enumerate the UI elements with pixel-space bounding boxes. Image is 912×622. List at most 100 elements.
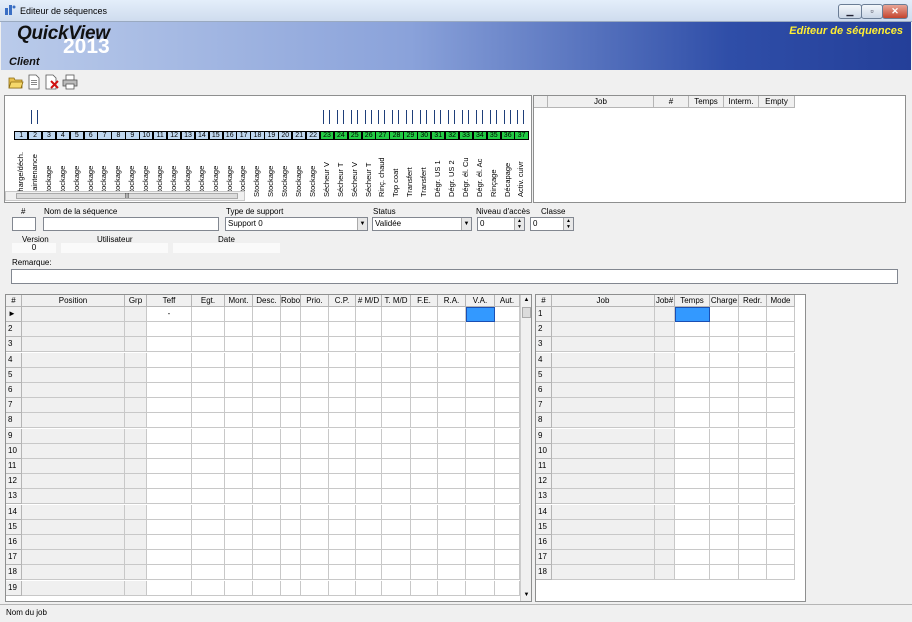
seq-cell[interactable] — [253, 428, 281, 444]
seq-cell[interactable] — [125, 580, 147, 596]
seq-cell[interactable] — [225, 322, 253, 338]
seq-cell[interactable] — [329, 459, 356, 474]
seq-cell[interactable] — [356, 535, 382, 550]
seq-cell[interactable] — [466, 337, 495, 353]
seq-cell[interactable] — [466, 428, 495, 444]
seq-cell[interactable] — [382, 322, 411, 338]
station-5[interactable]: 5 Stockage — [69, 108, 84, 197]
job-cell[interactable] — [767, 307, 795, 322]
job-cell[interactable] — [552, 504, 655, 520]
job-row-header[interactable]: 9 — [536, 428, 552, 444]
seq-row-header[interactable]: 17 — [6, 550, 22, 566]
seq-row-header[interactable]: 7 — [6, 398, 22, 414]
seq-cell[interactable] — [495, 489, 520, 505]
seq-cell[interactable] — [329, 535, 356, 550]
station-12[interactable]: 12 Stockage — [166, 108, 182, 197]
seq-cell[interactable] — [411, 398, 438, 414]
seq-cell[interactable] — [225, 307, 253, 322]
job-cell[interactable] — [710, 489, 739, 505]
seq-col-header[interactable]: Desc. — [253, 295, 281, 307]
job-list-col-header[interactable]: # — [654, 96, 689, 108]
seq-cell[interactable] — [466, 535, 495, 550]
seq-cell[interactable] — [382, 580, 411, 596]
job-cell[interactable] — [655, 504, 675, 520]
job-cell[interactable] — [767, 489, 795, 505]
seq-cell[interactable] — [411, 322, 438, 338]
station-27[interactable]: 27 Rinç. chaud — [375, 108, 390, 197]
job-row-header[interactable]: 1 — [536, 307, 552, 322]
job-cell[interactable] — [767, 565, 795, 581]
seq-col-header[interactable]: Grp — [125, 295, 147, 307]
seq-cell[interactable] — [356, 352, 382, 368]
seq-cell[interactable] — [382, 398, 411, 414]
seq-cell[interactable] — [192, 550, 225, 566]
seq-cell[interactable] — [125, 367, 147, 383]
seq-cell[interactable] — [438, 322, 466, 338]
seq-cell[interactable] — [438, 352, 466, 368]
seq-cell[interactable] — [438, 413, 466, 429]
seq-cell[interactable] — [301, 307, 329, 322]
station-11[interactable]: 11 Stockage — [153, 108, 168, 197]
seq-cell[interactable] — [225, 550, 253, 566]
seq-cell[interactable] — [382, 535, 411, 550]
job-cell[interactable] — [675, 535, 710, 550]
job-cell[interactable] — [675, 322, 710, 338]
seq-cell[interactable] — [253, 322, 281, 338]
job-cell[interactable] — [552, 383, 655, 398]
maximize-button[interactable]: ▫ — [861, 4, 883, 19]
job-cell[interactable] — [655, 322, 675, 338]
seq-cell[interactable] — [125, 489, 147, 505]
seq-cell[interactable] — [225, 367, 253, 383]
seq-cell[interactable] — [147, 428, 192, 444]
seq-cell[interactable] — [438, 489, 466, 505]
job-cell[interactable] — [552, 459, 655, 474]
seq-cell[interactable] — [495, 383, 520, 398]
seq-cell[interactable] — [253, 489, 281, 505]
seq-row-header[interactable]: 19 — [6, 580, 22, 596]
job-cell[interactable] — [710, 428, 739, 444]
seq-cell[interactable] — [192, 322, 225, 338]
station-20[interactable]: 20 Stockage — [278, 108, 293, 197]
station-6[interactable]: 6 Stockage — [83, 108, 98, 197]
job-row-header[interactable]: 6 — [536, 383, 552, 398]
seq-cell[interactable] — [438, 535, 466, 550]
seq-cell[interactable] — [253, 459, 281, 474]
seq-col-header[interactable]: Egt. — [192, 295, 225, 307]
station-30[interactable]: 30 Transfert — [417, 108, 432, 197]
station-29[interactable]: 29 Transfert — [403, 108, 418, 197]
job-cell[interactable] — [767, 519, 795, 535]
seq-cell[interactable] — [22, 459, 125, 474]
seq-cell[interactable] — [22, 580, 125, 596]
seq-cell[interactable] — [382, 428, 411, 444]
seq-cell[interactable] — [253, 352, 281, 368]
station-17[interactable]: 17 Stockage — [236, 108, 251, 197]
seq-cell[interactable] — [411, 504, 438, 520]
seq-cell[interactable] — [22, 443, 125, 459]
job-cell[interactable] — [739, 367, 767, 383]
job-cell[interactable] — [675, 443, 710, 459]
job-cell[interactable] — [552, 428, 655, 444]
job-cell[interactable] — [710, 383, 739, 398]
station-33[interactable]: 33 Dégr. él. Cu — [458, 108, 474, 197]
seq-cell[interactable] — [329, 474, 356, 490]
job-cell[interactable] — [552, 413, 655, 429]
job-cell[interactable] — [710, 322, 739, 338]
job-list-col-header[interactable]: Job — [548, 96, 654, 108]
job-cell[interactable] — [552, 367, 655, 383]
job-cell[interactable] — [710, 474, 739, 490]
job-cell[interactable] — [739, 565, 767, 581]
seq-row-header[interactable]: 11 — [6, 459, 22, 474]
seq-cell[interactable] — [125, 337, 147, 353]
seq-cell[interactable] — [22, 504, 125, 520]
seq-cell[interactable] — [466, 550, 495, 566]
seq-cell[interactable] — [382, 565, 411, 581]
job-cell[interactable] — [655, 352, 675, 368]
job-cell[interactable] — [655, 383, 675, 398]
seq-cell[interactable] — [466, 459, 495, 474]
station-37[interactable]: 37 Activ. cuivr — [514, 108, 529, 197]
seq-cell[interactable] — [329, 443, 356, 459]
station-28[interactable]: 28 Top coat — [389, 108, 404, 197]
seq-col-header[interactable]: Mont. — [225, 295, 253, 307]
job-cell[interactable] — [710, 459, 739, 474]
seq-cell[interactable] — [301, 322, 329, 338]
